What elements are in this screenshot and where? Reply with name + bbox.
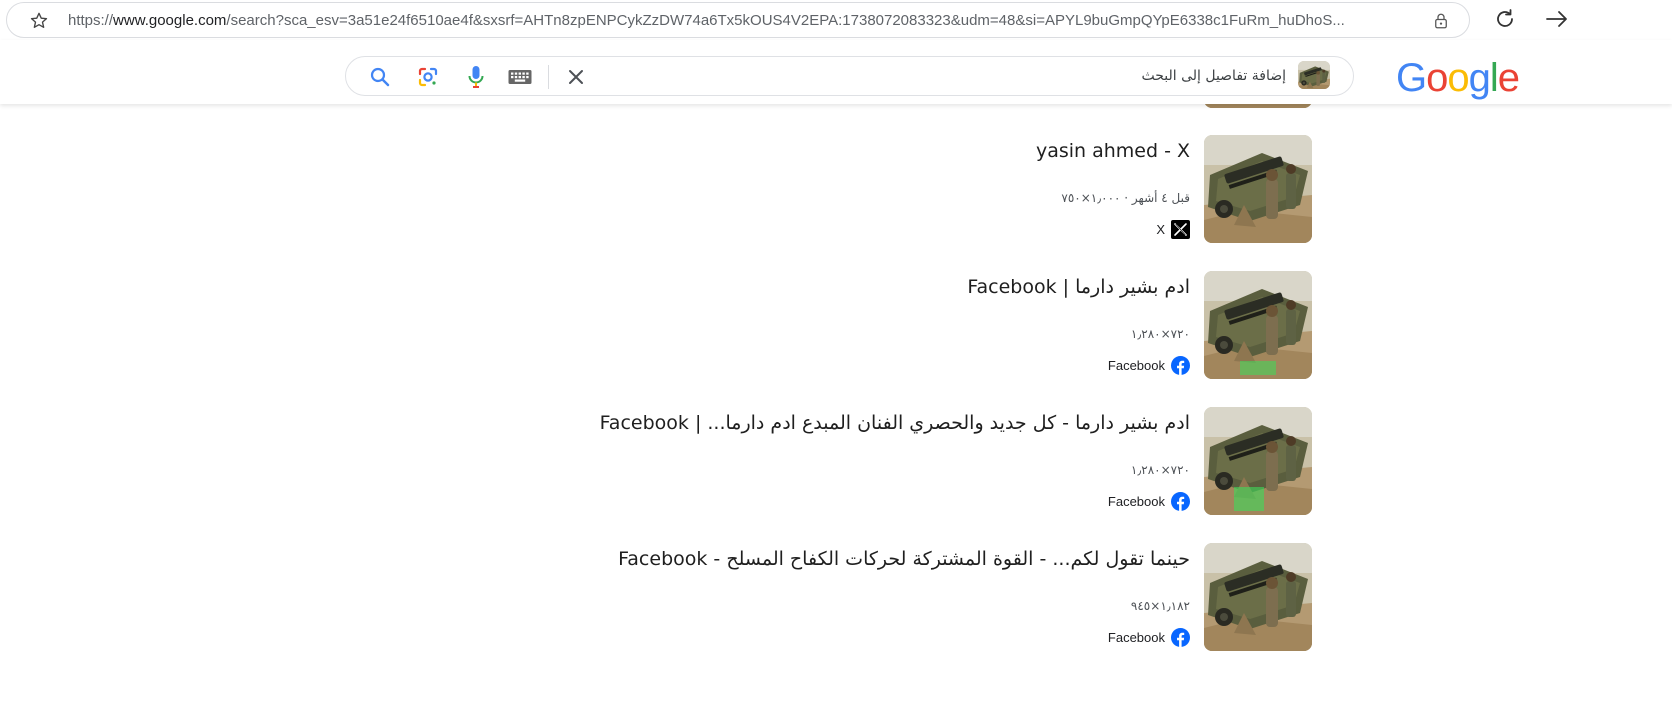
- thumbnail-image: [1204, 135, 1312, 243]
- search-box-divider: [548, 65, 549, 89]
- result-source-label: Facebook: [1107, 493, 1165, 509]
- result-source[interactable]: Facebook: [1108, 491, 1190, 511]
- result-title[interactable]: ادم بشير دارما | Facebook: [967, 275, 1190, 299]
- result-title[interactable]: yasin ahmed - X: [1036, 139, 1190, 163]
- search-input[interactable]: [606, 57, 1286, 95]
- result-item[interactable]: yasin ahmed - X قبل ٤ أشهر · ١٫٠٠٠×٧٥٠ X: [600, 135, 1312, 243]
- result-meta: ٧٢٠×١٫٢٨٠: [1130, 327, 1190, 341]
- logo-letter: l: [1489, 56, 1499, 100]
- thumbnail-image: [1204, 407, 1312, 515]
- search-icon[interactable]: [368, 65, 392, 89]
- logo-letter: g: [1468, 56, 1491, 100]
- result-item[interactable]: حينما تقول لكم... - القوة المشتركة لحركا…: [600, 543, 1312, 651]
- result-source[interactable]: Facebook: [1108, 627, 1190, 647]
- logo-letter: o: [1426, 56, 1448, 100]
- result-item[interactable]: ادم بشير دارما - كل جديد والحصري الفنان …: [600, 407, 1312, 515]
- keyboard-icon[interactable]: [507, 66, 533, 88]
- google-logo[interactable]: Google: [1396, 56, 1520, 100]
- query-image-thumbnail: [1298, 61, 1330, 89]
- result-title[interactable]: حينما تقول لكم... - القوة المشتركة لحركا…: [618, 547, 1190, 571]
- facebook-logo-icon: [1171, 355, 1190, 375]
- google-search-header: Google: [0, 40, 1672, 104]
- logo-letter: G: [1396, 56, 1427, 100]
- result-meta: ٧٢٠×١٫٢٨٠: [1130, 463, 1190, 477]
- thumbnail-image: [1204, 271, 1312, 379]
- facebook-logo-icon: [1171, 627, 1190, 647]
- result-meta: ١٫١٨٢×٩٤٥: [1130, 599, 1190, 613]
- logo-letter: e: [1497, 56, 1520, 100]
- result-source[interactable]: Facebook: [1108, 355, 1190, 375]
- result-thumbnail[interactable]: [1204, 543, 1312, 651]
- result-thumbnail[interactable]: [1204, 407, 1312, 515]
- image-results-list: yasin ahmed - X قبل ٤ أشهر · ١٫٠٠٠×٧٥٠ X…: [0, 0, 1672, 724]
- thumbnail-image: [1204, 543, 1312, 651]
- result-thumbnail[interactable]: [1204, 135, 1312, 243]
- result-title[interactable]: ادم بشير دارما - كل جديد والحصري الفنان …: [600, 411, 1190, 435]
- facebook-logo-icon: [1171, 491, 1190, 511]
- voice-search-icon[interactable]: [464, 64, 488, 90]
- search-box[interactable]: [345, 56, 1354, 96]
- search-image-chip[interactable]: [1298, 61, 1330, 89]
- result-thumbnail[interactable]: [1204, 271, 1312, 379]
- result-item[interactable]: ادم بشير دارما | Facebook ٧٢٠×١٫٢٨٠ Face…: [600, 271, 1312, 379]
- clear-search-icon[interactable]: [564, 65, 588, 89]
- result-meta: قبل ٤ أشهر · ١٫٠٠٠×٧٥٠: [1061, 191, 1190, 205]
- x-logo-icon: [1171, 219, 1190, 239]
- result-source-label: Facebook: [1107, 357, 1165, 373]
- result-source-label: Facebook: [1107, 629, 1165, 645]
- result-source-label: X: [1156, 221, 1165, 237]
- logo-letter: o: [1447, 56, 1469, 100]
- google-lens-icon[interactable]: [416, 65, 440, 89]
- result-source[interactable]: X: [1156, 219, 1190, 239]
